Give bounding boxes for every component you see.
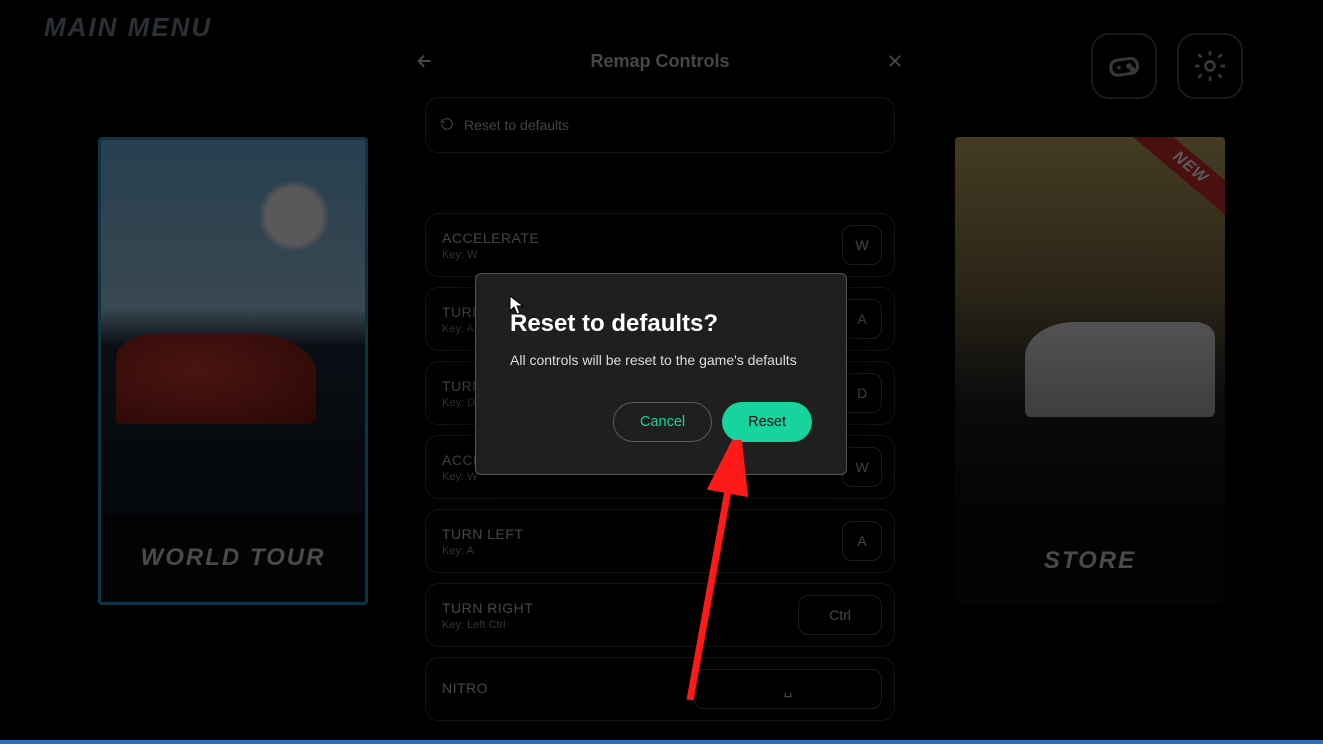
reset-to-defaults-row[interactable]: Reset to defaults (425, 97, 895, 153)
control-row[interactable]: TURN RIGHT Key: Left Ctrl Ctrl (425, 583, 895, 647)
key-badge[interactable]: Ctrl (798, 595, 882, 635)
dialog-text: All controls will be reset to the game's… (510, 352, 812, 368)
control-name: ACCELERATE (442, 230, 539, 246)
control-key: Key: W (442, 249, 539, 261)
key-badge[interactable]: W (842, 447, 882, 487)
card-store[interactable]: NEW STORE (955, 137, 1225, 605)
control-name: NITRO (442, 680, 488, 696)
control-row[interactable]: TURN LEFT Key: A A (425, 509, 895, 573)
key-badge[interactable]: A (842, 299, 882, 339)
controller-icon[interactable] (1091, 33, 1157, 99)
cancel-button[interactable]: Cancel (613, 402, 712, 442)
control-row[interactable]: NITRO ␣ (425, 657, 895, 721)
reset-button[interactable]: Reset (722, 402, 812, 442)
card-world-tour[interactable]: WORLD TOUR (98, 137, 368, 605)
control-row[interactable]: ACCELERATE Key: W W (425, 213, 895, 277)
new-badge: NEW (1124, 137, 1225, 226)
refresh-icon (440, 117, 454, 134)
key-badge[interactable]: ␣ (694, 669, 882, 709)
gear-icon[interactable] (1177, 33, 1243, 99)
close-icon[interactable] (879, 45, 911, 77)
dialog-title: Reset to defaults? (510, 310, 812, 338)
remap-title: Remap Controls (590, 51, 729, 72)
reset-defaults-label: Reset to defaults (464, 117, 569, 133)
main-menu-title: MAIN MENU (44, 12, 212, 43)
key-badge[interactable]: W (842, 225, 882, 265)
card-label: STORE (955, 517, 1225, 605)
back-arrow-icon[interactable] (409, 45, 441, 77)
reset-confirm-dialog: Reset to defaults? All controls will be … (475, 273, 847, 475)
control-key: Key: A (442, 545, 524, 557)
key-badge[interactable]: A (842, 521, 882, 561)
control-name: TURN RIGHT (442, 600, 533, 616)
key-badge[interactable]: D (842, 373, 882, 413)
control-key: Key: Left Ctrl (442, 619, 533, 631)
card-label: WORLD TOUR (101, 514, 365, 602)
control-name: TURN LEFT (442, 526, 524, 542)
